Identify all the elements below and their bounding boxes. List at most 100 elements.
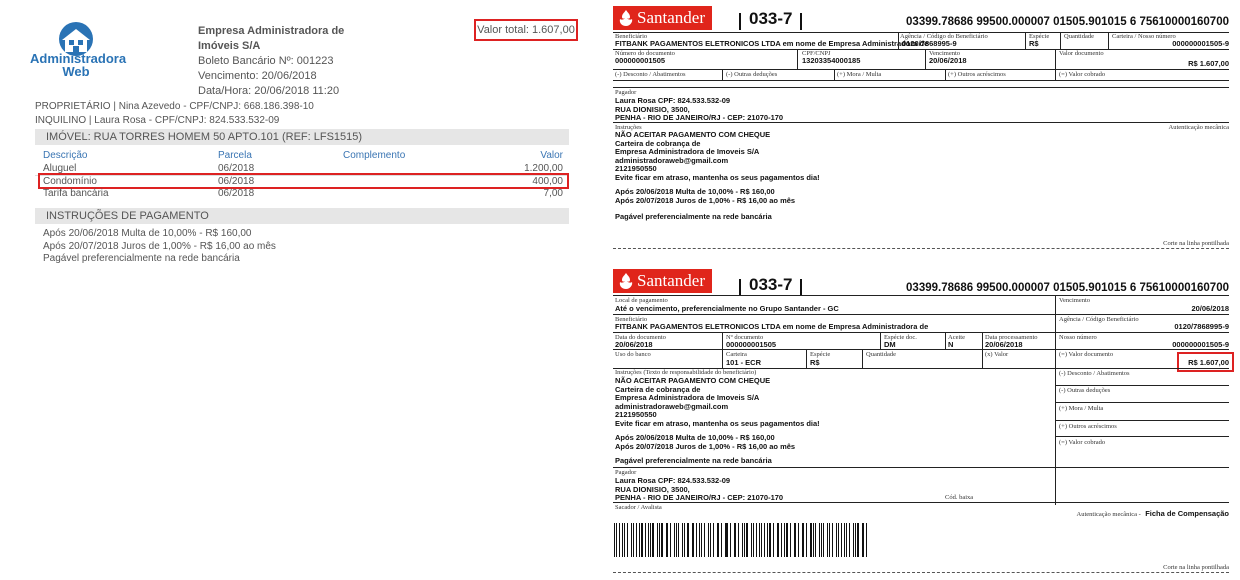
label-other-deductions: (-) Outras deduções <box>726 71 778 78</box>
barcode-bar <box>795 523 797 557</box>
rule <box>862 349 863 368</box>
rule <box>806 349 807 368</box>
label-doc-value: Valor documento <box>1059 50 1104 57</box>
barcode-bar <box>618 523 620 557</box>
barcode-bar <box>806 523 807 557</box>
rule <box>925 49 926 69</box>
barcode-bar <box>790 523 791 557</box>
rule <box>1055 402 1229 403</box>
rule <box>945 332 946 349</box>
barcode-bar <box>828 523 830 557</box>
barcode-bar <box>665 523 667 557</box>
santander-flame-icon <box>619 273 633 289</box>
label-agency: Agência / Código Beneficiário <box>1059 316 1139 323</box>
barcode-bar <box>709 523 711 557</box>
barcode-bar <box>853 523 854 557</box>
barcode-bar <box>854 523 856 557</box>
due-value: 20/06/2018 <box>1191 304 1229 313</box>
barcode-bar <box>683 523 686 557</box>
barcode-bar <box>721 523 722 557</box>
cut-line <box>613 248 1229 249</box>
rule <box>613 69 1229 70</box>
row-value: 7,00 <box>543 188 563 199</box>
barcode-bar <box>635 523 637 557</box>
label-payer: Pagador <box>615 89 637 96</box>
payer-block: Laura Rosa CPF: 824.533.532-09 RUA DIONI… <box>615 96 783 123</box>
label-guarantor: Sacador / Avalista <box>615 504 662 511</box>
barcode <box>614 523 870 557</box>
payer-block: Laura Rosa CPF: 824.533.532-09 RUA DIONI… <box>615 476 783 503</box>
rule <box>880 332 881 349</box>
instruction-line: Pagável preferencialmente na rede bancár… <box>615 212 772 221</box>
label-our-number: Nosso número <box>1059 334 1097 341</box>
row-desc: Tarifa bancária <box>43 188 109 199</box>
barcode-bar <box>793 523 795 557</box>
santander-logo: Santander <box>613 269 712 293</box>
rule <box>1055 49 1056 69</box>
barcode-bar <box>801 523 803 557</box>
barcode-bar <box>682 523 683 557</box>
cut-line-label: Corte na linha pontilhada <box>1163 564 1229 571</box>
label-discount: (-) Desconto / Abatimentos <box>615 71 686 78</box>
label-carteira: Carteira / Nosso número <box>1112 33 1176 40</box>
barcode-bar <box>849 523 851 557</box>
logo-wordmark: Administradora Web <box>30 52 126 78</box>
barcode-bar <box>730 523 731 557</box>
cut-line-label: Corte na linha pontilhada <box>1163 240 1229 247</box>
barcode-bar <box>763 523 765 557</box>
barcode-bar <box>776 523 778 557</box>
doc-number-value: 000000001505 <box>615 56 666 65</box>
rule <box>834 69 835 80</box>
barcode-bar <box>656 523 658 557</box>
barcode-bar <box>752 523 754 557</box>
instruction-line: Evite ficar em atraso, mantenha os seus … <box>615 418 820 428</box>
barcode-bar <box>836 523 837 557</box>
payment-instructions: Após 20/06/2018 Multa de 10,00% - R$ 160… <box>43 228 276 266</box>
barcode-bar <box>661 523 663 557</box>
barcode-bar <box>837 523 839 557</box>
company-name-line-1: Empresa Administradora de <box>198 25 345 37</box>
barcode-bar <box>641 523 643 557</box>
barcode-bar <box>639 523 641 557</box>
barcode-bar <box>798 523 799 557</box>
barcode-bar <box>633 523 634 557</box>
doc-value: R$ 1.607,00 <box>1188 59 1229 68</box>
auth-ficha: Autenticação mecânica - Ficha de Compens… <box>1077 503 1229 521</box>
barcode-bar <box>818 523 820 557</box>
barcode-bar <box>823 523 825 557</box>
instruction-line: Após 20/06/2018 Multa de 10,00% - R$ 160… <box>43 228 252 239</box>
rule <box>613 467 1229 468</box>
rule <box>613 87 1229 88</box>
barcode-bar <box>712 523 714 557</box>
barcode-bar <box>820 523 822 557</box>
bank-code: 033-7 <box>738 9 804 30</box>
total-value-box: Valor total: 1.607,00 <box>474 19 578 41</box>
cpf-cnpj-value: 13203354000185 <box>802 56 861 65</box>
label-payment-place: Local de pagamento <box>615 297 668 304</box>
label-quantity: Quantidade <box>866 351 896 358</box>
barcode-bar <box>674 523 675 557</box>
rule <box>982 332 983 349</box>
barcode-bar <box>738 523 740 557</box>
boleto-number: Boleto Bancário Nº: 001223 <box>198 55 334 67</box>
label-instructions: Instruções (Texto de responsabilidade do… <box>615 369 757 376</box>
label-mora: (+) Mora / Multa <box>1059 405 1104 412</box>
tenant-line: INQUILINO | Laura Rosa - CPF/CNPJ: 824.5… <box>35 115 280 126</box>
digitable-line: 03399.78686 99500.000007 01505.901015 6 … <box>906 16 1229 28</box>
label-auth: Autenticação mecânica - <box>1076 511 1141 518</box>
rule <box>1055 436 1229 437</box>
rule <box>1055 420 1229 421</box>
ficha-label: Ficha de Compensação <box>1145 509 1229 518</box>
label-payer: Pagador <box>615 469 637 476</box>
barcode-bar <box>703 523 706 557</box>
barcode-bar <box>726 523 728 557</box>
bank-name: Santander <box>637 8 705 27</box>
barcode-bar <box>716 523 718 557</box>
barcode-bar <box>760 523 762 557</box>
bank-name: Santander <box>637 271 705 290</box>
rule <box>898 32 899 49</box>
label-mora: (+) Mora / Multa <box>837 71 882 78</box>
label-x-value: (x) Valor <box>985 351 1009 358</box>
rule <box>982 349 983 368</box>
barcode-bar <box>755 523 757 557</box>
